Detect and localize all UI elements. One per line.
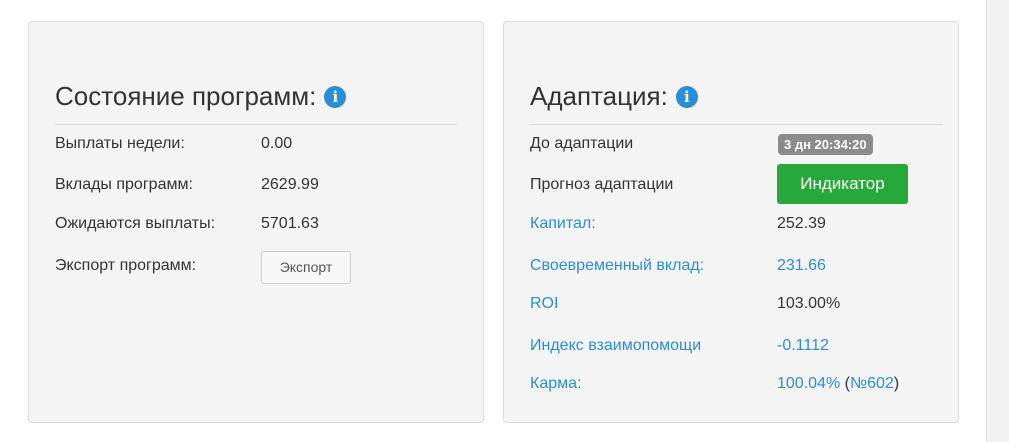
mutual-aid-index-link[interactable]: Индекс взаимопомощи (530, 336, 701, 356)
timely-deposit-link[interactable]: Своевременный вклад: (530, 256, 704, 276)
karma-value[interactable]: 100.04% (777, 375, 840, 392)
scrollbar[interactable] (986, 0, 1009, 442)
info-icon[interactable]: i (675, 86, 698, 108)
info-icon[interactable]: i (324, 86, 347, 108)
capital-link[interactable]: Капитал: (530, 214, 596, 234)
capital-value: 252.39 (777, 215, 826, 232)
timely-deposit-value[interactable]: 231.66 (777, 256, 826, 276)
karma-rank[interactable]: №602 (850, 375, 894, 392)
program-deposits-value: 2629.99 (261, 176, 319, 193)
karma-link[interactable]: Карма: (530, 374, 581, 394)
program-deposits-label: Вклады программ: (55, 176, 193, 193)
export-button[interactable]: Экспорт (261, 251, 351, 284)
roi-value: 103.00% (777, 295, 841, 312)
indicator-button[interactable]: Индикатор (777, 164, 908, 204)
export-programs-label: Экспорт программ: (55, 257, 197, 274)
adaptation-panel-title: Адаптация: i (530, 79, 943, 125)
status-panel-title: Состояние программ: i (55, 79, 457, 125)
expected-payouts-label: Ожидаются выплаты: (55, 215, 216, 232)
roi-link[interactable]: ROI (530, 294, 558, 314)
mutual-aid-index-value[interactable]: -0.1112 (777, 336, 829, 356)
weekly-payouts-value: 0.00 (261, 135, 293, 152)
weekly-payouts-label: Выплаты недели: (55, 135, 185, 152)
karma-value-group: 100.04% (№602) (777, 374, 899, 394)
adaptation-panel-title-text: Адаптация: (530, 81, 668, 111)
countdown-badge: 3 дн 20:34:20 (778, 134, 873, 155)
adaptation-panel: Адаптация: i До адаптации 3 дн 20:34:20 … (503, 21, 959, 423)
status-panel: Состояние программ: i Выплаты недели: 0.… (28, 21, 484, 423)
status-panel-title-text: Состояние программ: (55, 81, 317, 111)
karma-rank-close-paren: ) (893, 375, 900, 392)
adaptation-forecast-label: Прогноз адаптации (530, 176, 674, 193)
before-adaptation-label: До адаптации (530, 135, 634, 152)
expected-payouts-value: 5701.63 (261, 215, 319, 232)
